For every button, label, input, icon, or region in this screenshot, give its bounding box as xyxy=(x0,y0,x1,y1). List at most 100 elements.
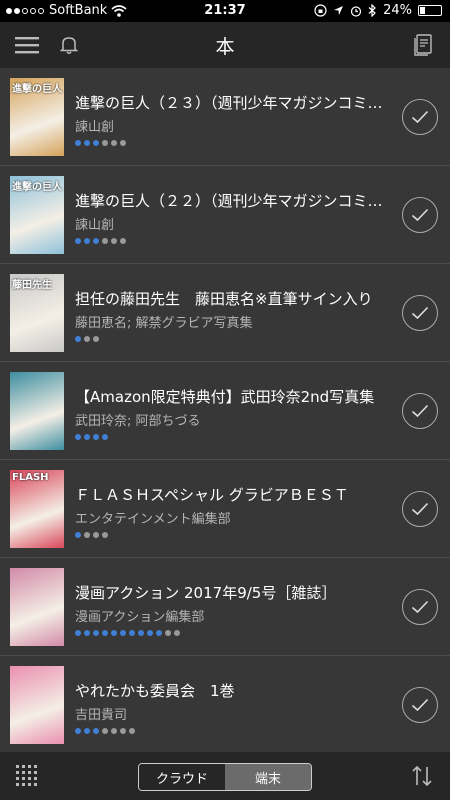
grid-cell xyxy=(22,777,25,780)
location-icon xyxy=(334,6,344,15)
downloaded-button[interactable] xyxy=(402,687,438,723)
book-author: 諫山創 xyxy=(75,120,115,135)
progress-dot xyxy=(84,238,90,244)
progress-dot xyxy=(93,434,99,440)
segment-cloud[interactable]: クラウド xyxy=(139,764,225,790)
checkmark-icon xyxy=(411,110,429,124)
grid-cell xyxy=(34,777,37,780)
progress-dot xyxy=(120,630,126,636)
book-author: エンタテインメント編集部 xyxy=(75,512,231,527)
book-cover xyxy=(10,372,64,450)
book-icon xyxy=(414,34,432,56)
progress-dot xyxy=(102,630,108,636)
book-title: 【Amazon限定特典付】武田玲奈2nd写真集 xyxy=(75,388,375,406)
reading-progress xyxy=(75,238,126,244)
progress-dot xyxy=(102,238,108,244)
grid-cell xyxy=(28,771,31,774)
sort-button[interactable] xyxy=(410,764,434,788)
progress-dot xyxy=(120,238,126,244)
progress-dot xyxy=(84,140,90,146)
grid-cell xyxy=(16,783,19,786)
downloaded-button[interactable] xyxy=(402,197,438,233)
downloaded-button[interactable] xyxy=(402,99,438,135)
book-cover: FLASH xyxy=(10,470,64,548)
book-author: 漫画アクション編集部 xyxy=(75,610,205,625)
grid-cell xyxy=(28,777,31,780)
progress-dot xyxy=(111,630,117,636)
downloaded-button[interactable] xyxy=(402,491,438,527)
progress-dot xyxy=(111,140,117,146)
book-row[interactable]: やれたかも委員会 1巻 吉田貴司 xyxy=(0,656,450,752)
grid-cell xyxy=(28,783,31,786)
book-row[interactable]: 【Amazon限定特典付】武田玲奈2nd写真集 武田玲奈; 阿部ちづる xyxy=(0,362,450,460)
reading-progress xyxy=(75,630,180,636)
progress-dot xyxy=(75,336,81,342)
cover-title: FLASH xyxy=(12,472,49,483)
progress-dot xyxy=(111,238,117,244)
checkmark-icon xyxy=(411,600,429,614)
grid-cell xyxy=(34,771,37,774)
book-row[interactable]: 進撃の巨人 進撃の巨人（２２）（週刊少年マガジンコミックス） 諫山創 xyxy=(0,166,450,264)
reading-progress xyxy=(75,532,108,538)
progress-dot xyxy=(75,434,81,440)
segment-device[interactable]: 端末 xyxy=(225,764,311,790)
downloaded-button[interactable] xyxy=(402,589,438,625)
progress-dot xyxy=(129,630,135,636)
progress-dot xyxy=(75,630,81,636)
sort-icon xyxy=(412,765,432,787)
progress-dot xyxy=(174,630,180,636)
book-list: 進撃の巨人 進撃の巨人（２３）（週刊少年マガジンコミックス） 諫山創 進撃の巨人… xyxy=(0,68,450,752)
battery-percent: 24% xyxy=(383,3,412,18)
book-row[interactable]: 漫画アクション 2017年9/5号［雑誌］ 漫画アクション編集部 xyxy=(0,558,450,656)
bluetooth-icon xyxy=(368,4,376,17)
progress-dot xyxy=(93,140,99,146)
source-segmented-control: クラウド 端末 xyxy=(138,763,312,791)
book-author: 藤田恵名; 解禁グラビア写真集 xyxy=(75,316,253,331)
book-title: ＦＬＡＳＨスペシャル グラビアＢＥＳＴ xyxy=(75,486,349,504)
progress-dot xyxy=(93,336,99,342)
bottom-toolbar: クラウド 端末 xyxy=(0,752,450,800)
checkmark-icon xyxy=(411,502,429,516)
cover-title: 進撃の巨人 xyxy=(12,182,62,193)
progress-dot xyxy=(93,630,99,636)
progress-dot xyxy=(102,140,108,146)
progress-dot xyxy=(84,630,90,636)
cover-title: 進撃の巨人 xyxy=(12,84,62,95)
progress-dot xyxy=(84,434,90,440)
reading-progress xyxy=(75,140,126,146)
grid-cell xyxy=(34,765,37,768)
checkmark-icon xyxy=(411,404,429,418)
book-author: 武田玲奈; 阿部ちづる xyxy=(75,414,201,429)
book-title: 漫画アクション 2017年9/5号［雑誌］ xyxy=(75,584,337,602)
progress-dot xyxy=(84,336,90,342)
grid-view-button[interactable] xyxy=(16,765,38,787)
grid-cell xyxy=(16,765,19,768)
checkmark-icon xyxy=(411,698,429,712)
reading-progress xyxy=(75,728,135,734)
status-icons: 24% xyxy=(314,3,442,18)
downloaded-button[interactable] xyxy=(402,393,438,429)
progress-dot xyxy=(93,532,99,538)
progress-dot xyxy=(147,630,153,636)
reading-button[interactable] xyxy=(408,30,438,60)
checkmark-icon xyxy=(411,306,429,320)
book-cover: 進撃の巨人 xyxy=(10,78,64,156)
grid-cell xyxy=(22,765,25,768)
orientation-lock-icon xyxy=(314,4,327,17)
grid-cell xyxy=(22,783,25,786)
progress-dot xyxy=(102,728,108,734)
alarm-icon xyxy=(350,5,362,17)
progress-dot xyxy=(138,630,144,636)
downloaded-button[interactable] xyxy=(402,295,438,331)
page-title: 本 xyxy=(215,36,235,58)
book-title: やれたかも委員会 1巻 xyxy=(75,682,235,700)
book-cover xyxy=(10,568,64,646)
grid-cell xyxy=(22,771,25,774)
progress-dot xyxy=(75,140,81,146)
book-author: 吉田貴司 xyxy=(75,708,128,723)
book-row[interactable]: FLASH ＦＬＡＳＨスペシャル グラビアＢＥＳＴ エンタテインメント編集部 xyxy=(0,460,450,558)
book-row[interactable]: 進撃の巨人 進撃の巨人（２３）（週刊少年マガジンコミックス） 諫山創 xyxy=(0,68,450,166)
book-row[interactable]: 藤田先生 担任の藤田先生 藤田恵名※直筆サイン入り 藤田恵名; 解禁グラビア写真… xyxy=(0,264,450,362)
progress-dot xyxy=(84,728,90,734)
reading-progress xyxy=(75,336,99,342)
